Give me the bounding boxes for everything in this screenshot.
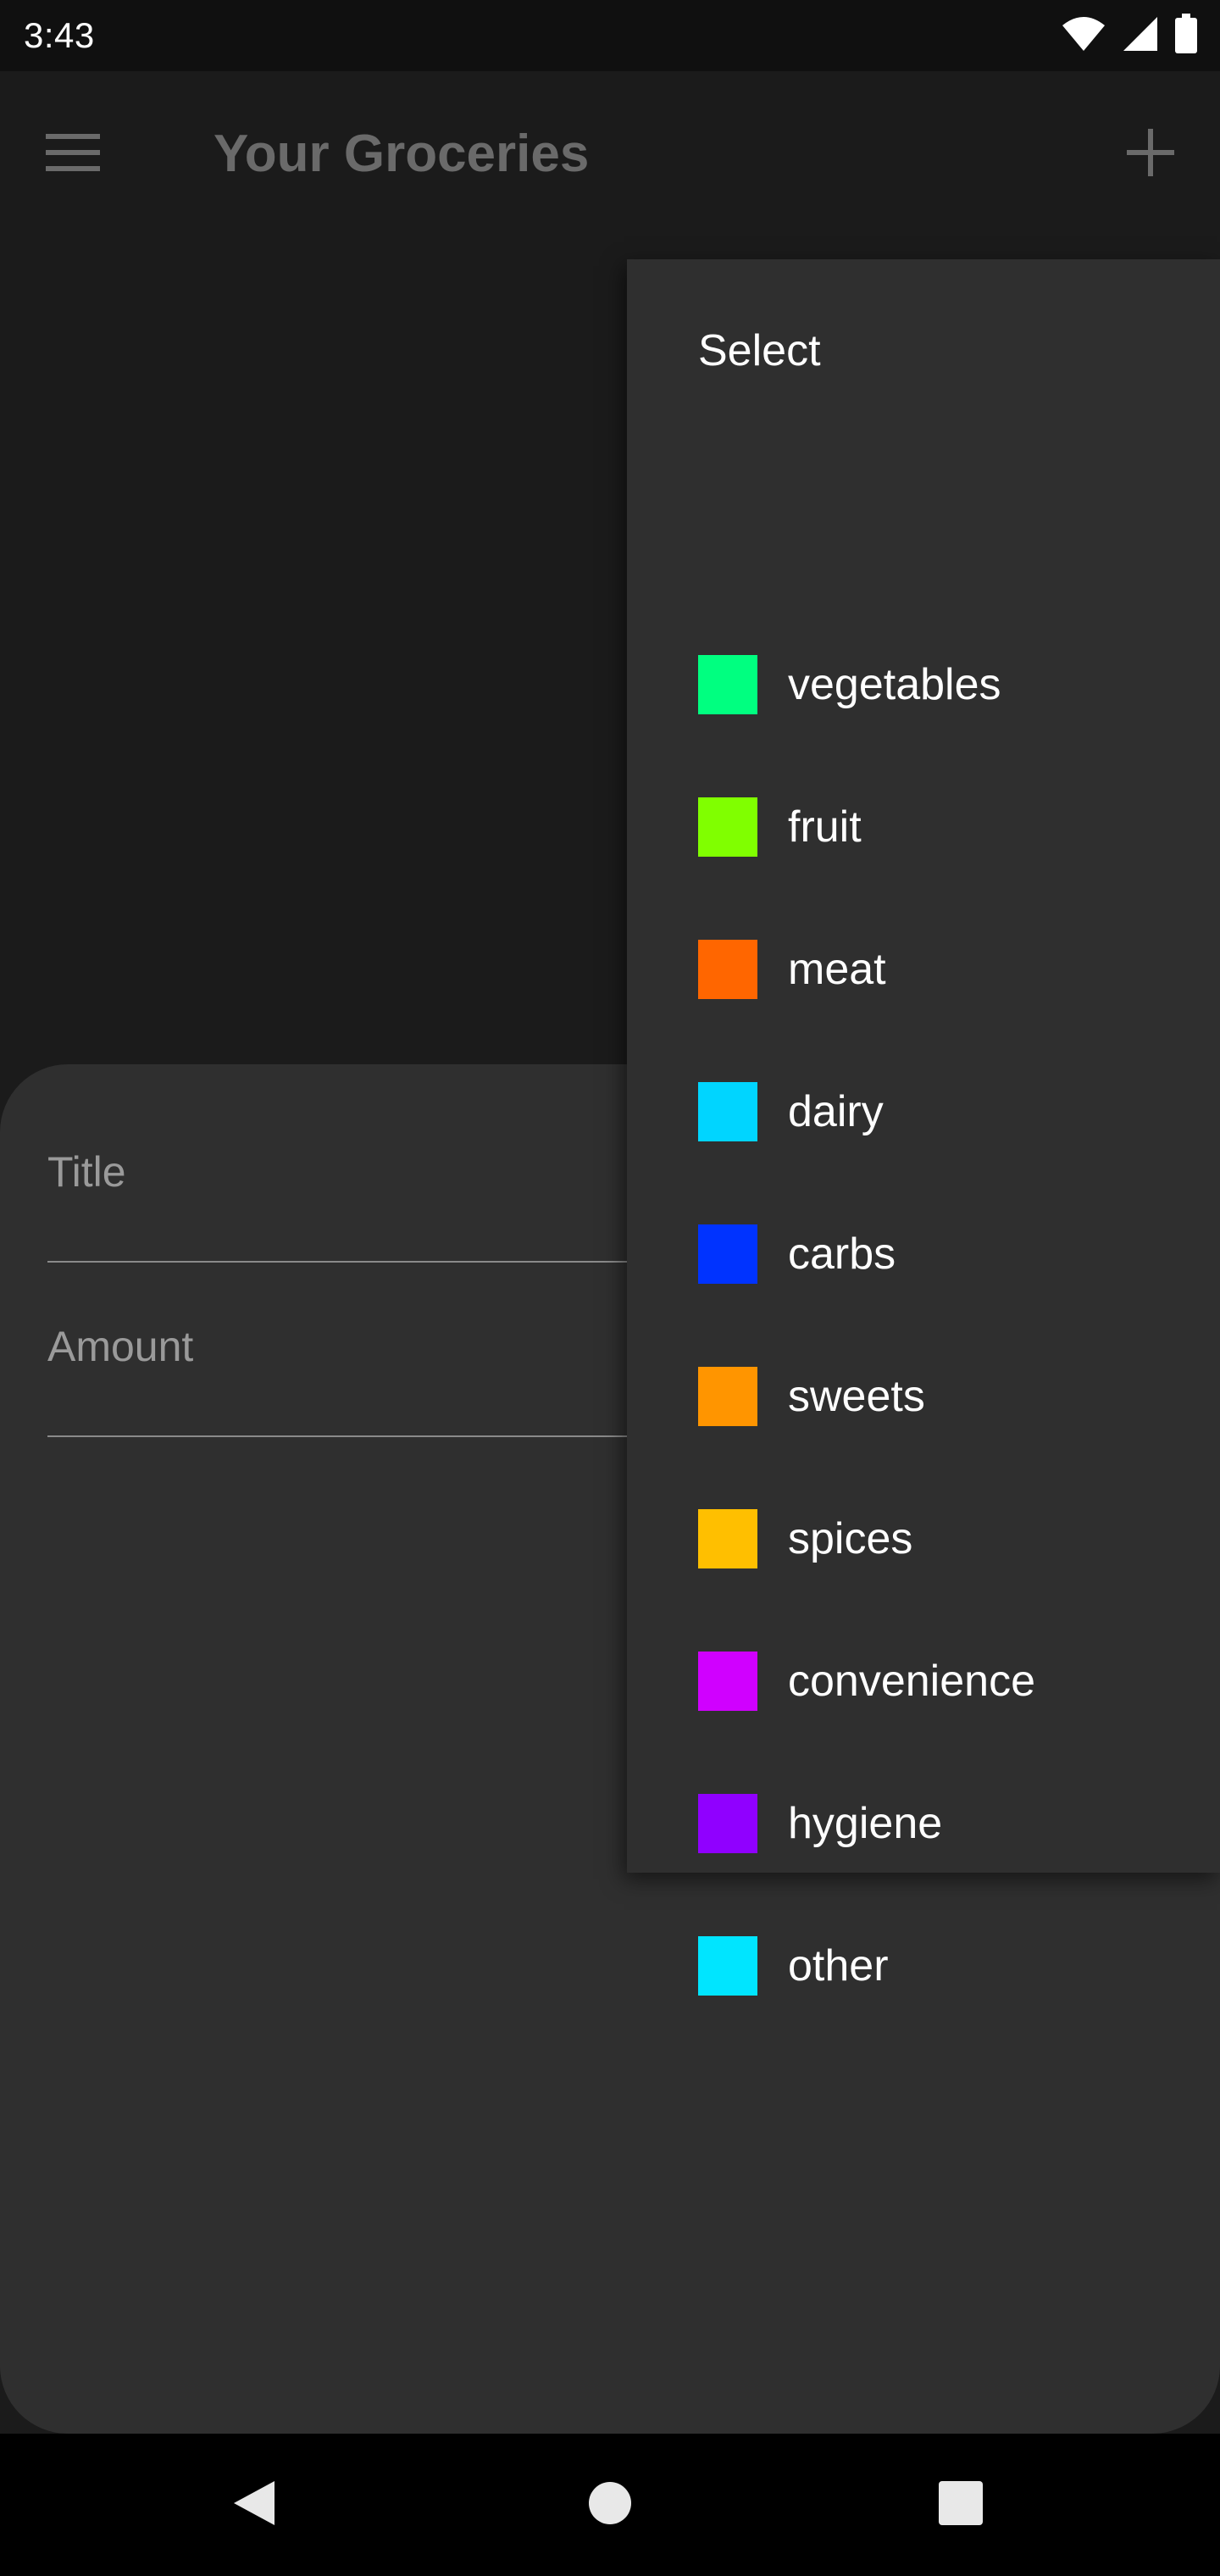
hamburger-menu-icon <box>46 132 100 177</box>
category-option-label: other <box>788 1941 889 1990</box>
color-swatch <box>698 1224 757 1284</box>
category-option-other[interactable]: other <box>627 1895 1220 2037</box>
category-option-vegetables[interactable]: vegetables <box>627 613 1220 756</box>
category-option-label: convenience <box>788 1657 1035 1706</box>
home-button[interactable] <box>568 2462 652 2547</box>
dropdown-header: Select <box>698 326 821 375</box>
category-option-label: spices <box>788 1514 913 1563</box>
navigation-bar <box>0 2434 1220 2576</box>
category-option-label: dairy <box>788 1087 884 1136</box>
wifi-icon <box>1061 15 1106 57</box>
category-option-carbs[interactable]: carbs <box>627 1183 1220 1325</box>
category-dropdown: Select vegetables fruit meat dairy carbs swee… <box>627 259 1220 1996</box>
recents-icon <box>939 2480 983 2529</box>
back-button[interactable] <box>212 2462 297 2547</box>
category-option-fruit[interactable]: fruit <box>627 756 1220 898</box>
color-swatch <box>698 1509 757 1568</box>
status-bar: 3:43 <box>0 0 1220 71</box>
category-option-convenience[interactable]: convenience <box>627 1610 1220 1752</box>
category-option-label: vegetables <box>788 660 1001 709</box>
category-option-label: carbs <box>788 1230 896 1279</box>
page-title: Your Groceries <box>214 125 590 183</box>
recents-button[interactable] <box>918 2462 1003 2547</box>
home-icon <box>588 2481 632 2529</box>
category-option-dairy[interactable]: dairy <box>627 1041 1220 1183</box>
category-option-label: meat <box>788 945 886 994</box>
menu-button[interactable] <box>37 119 108 190</box>
status-time: 3:43 <box>24 15 95 55</box>
add-button[interactable] <box>1115 119 1186 190</box>
category-option-spices[interactable]: spices <box>627 1468 1220 1610</box>
category-option-meat[interactable]: meat <box>627 898 1220 1041</box>
color-swatch <box>698 1082 757 1141</box>
battery-icon <box>1174 13 1198 58</box>
color-swatch <box>698 1936 757 1996</box>
category-option-label: fruit <box>788 802 862 852</box>
amount-field-label: Amount <box>47 1323 194 1370</box>
color-swatch <box>698 1794 757 1853</box>
status-icons <box>1061 13 1198 58</box>
category-option-hygiene[interactable]: hygiene <box>627 1752 1220 1895</box>
add-icon <box>1127 128 1174 180</box>
screen: 3:43 Your Groceries Title Amount Select … <box>0 0 1220 2576</box>
color-swatch <box>698 797 757 857</box>
color-swatch <box>698 655 757 714</box>
category-option-sweets[interactable]: sweets <box>627 1325 1220 1468</box>
color-swatch <box>698 1652 757 1711</box>
back-icon <box>232 2479 276 2531</box>
color-swatch <box>698 1367 757 1426</box>
signal-icon <box>1122 15 1159 57</box>
color-swatch <box>698 940 757 999</box>
category-option-label: sweets <box>788 1372 925 1421</box>
category-option-label: hygiene <box>788 1799 943 1848</box>
app-bar: Your Groceries <box>0 71 1220 237</box>
